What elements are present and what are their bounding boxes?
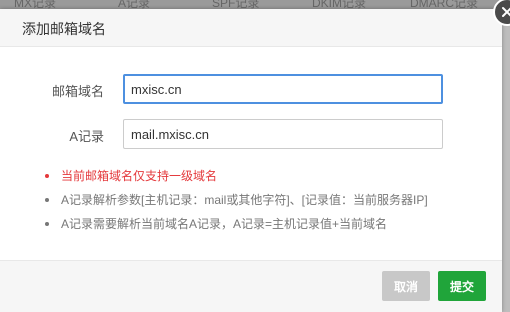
a-record-row: A记录: [0, 119, 502, 149]
tip-item: A记录需要解析当前域名A记录，A记录=主机记录值+当前域名: [45, 217, 428, 241]
bullet-icon: [45, 174, 49, 178]
cancel-button[interactable]: 取消: [382, 271, 430, 301]
dialog-header: 添加邮箱域名: [0, 9, 502, 47]
tip-text: A记录需要解析当前域名A记录，A记录=主机记录值+当前域名: [61, 217, 388, 231]
tip-item: A记录解析参数[主机记录：mail或其他字符]、[记录值：当前服务器IP]: [45, 193, 428, 217]
domain-input[interactable]: [123, 74, 443, 104]
close-icon: [502, 7, 510, 17]
tips-list: 当前邮箱域名仅支持一级域名 A记录解析参数[主机记录：mail或其他字符]、[记…: [45, 169, 428, 241]
tip-text: A记录解析参数[主机记录：mail或其他字符]、[记录值：当前服务器IP]: [61, 193, 428, 207]
tip-warning: 当前邮箱域名仅支持一级域名: [45, 169, 428, 193]
dialog-footer: 取消 提交: [0, 260, 502, 312]
a-record-label: A记录: [69, 129, 104, 144]
a-record-input[interactable]: [123, 119, 443, 149]
submit-button[interactable]: 提交: [438, 271, 486, 301]
domain-label: 邮箱域名: [51, 84, 104, 99]
dialog-title: 添加邮箱域名: [22, 21, 106, 37]
bullet-icon: [45, 222, 49, 226]
bullet-icon: [45, 198, 49, 202]
domain-row: 邮箱域名: [0, 74, 502, 104]
tip-text: 当前邮箱域名仅支持一级域名: [61, 169, 218, 183]
add-mail-domain-dialog: 添加邮箱域名 邮箱域名 A记录 当前邮箱域名仅支持一级域名 A记录解析参数[主机…: [0, 0, 510, 312]
